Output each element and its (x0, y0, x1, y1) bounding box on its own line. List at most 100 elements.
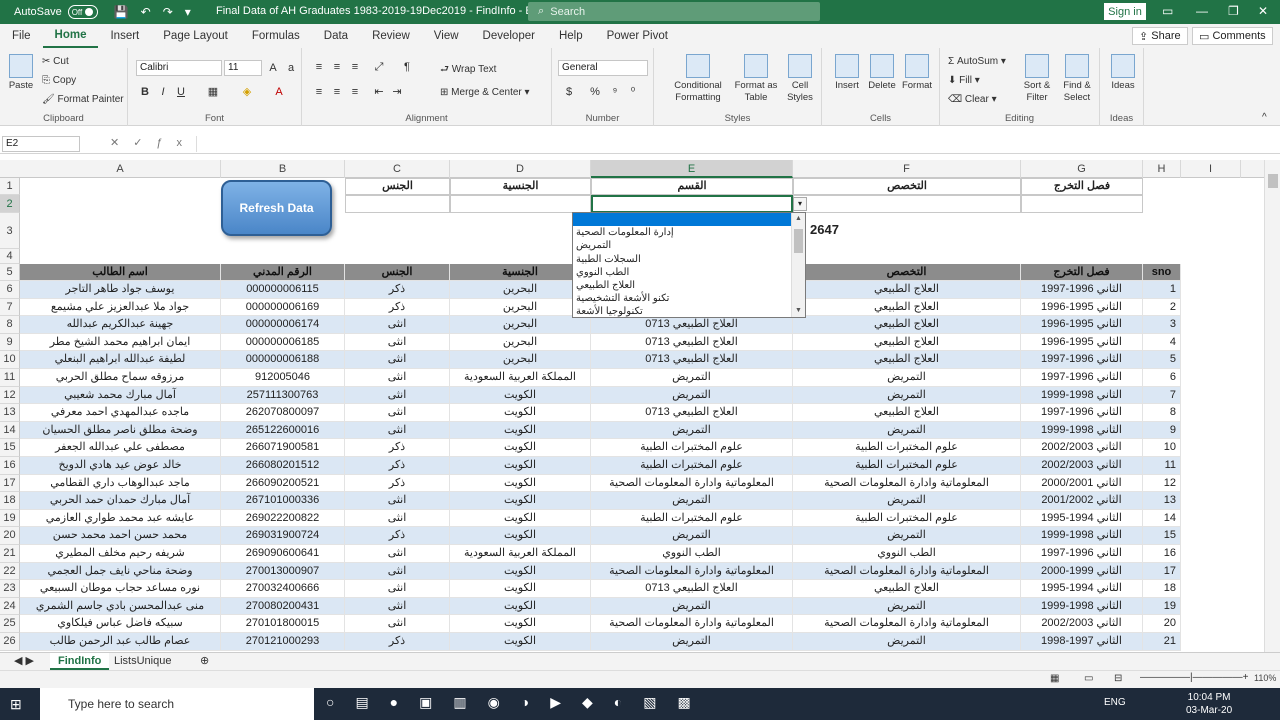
spreadsheet-grid[interactable]: ABCDEFGHI 1 2 3 4 5 6 7 8 9 10 11 12 13 14 15 16 17 18 19 2… (0, 160, 1264, 652)
table-cell-C[interactable]: ذكر (345, 439, 450, 457)
table-cell-C[interactable]: انثى (345, 615, 450, 633)
middle-align-icon[interactable]: ≡ (330, 60, 344, 74)
table-cell-G[interactable]: الثاني 1996-1997 (1021, 281, 1143, 299)
table-cell-D[interactable]: الكويت (450, 580, 591, 598)
table-cell-D[interactable]: الكويت (450, 439, 591, 457)
windows-start-icon[interactable]: ⊞ (10, 696, 22, 713)
table-cell-E[interactable]: علوم المختبرات الطبية (591, 509, 793, 528)
table-cell-A[interactable]: وضحة مناحي نايف جمل العجمي (20, 562, 221, 581)
table-cell-G[interactable]: الثاني 1995-1996 (1021, 298, 1143, 317)
table-cell-A[interactable]: ايمان ابراهيم محمد الشيخ مطر (20, 333, 221, 352)
table-cell-D[interactable]: البحرين (450, 298, 591, 317)
table-cell-C[interactable]: انثى (345, 545, 450, 563)
table-cell-H[interactable]: 6 (1143, 369, 1181, 387)
dropdown-option[interactable]: تكنولوجيا الأشعة (573, 305, 805, 318)
row-header[interactable]: 12 (0, 386, 20, 405)
fill-color-icon[interactable]: ◈ (240, 85, 254, 99)
table-cell-F[interactable]: التمريض (793, 527, 1021, 545)
insert-cells-button[interactable]: Insert (832, 54, 862, 92)
table-cell-E[interactable]: المعلوماتية وادارة المعلومات الصحية (591, 474, 793, 493)
table-cell-F[interactable]: العلاج الطبيعي (793, 316, 1021, 334)
sheet-nav-icon[interactable]: ◀ ▶ (6, 653, 42, 670)
borders-icon[interactable]: ▦ (206, 85, 220, 99)
conditional-formatting-button[interactable]: Conditional Formatting (670, 54, 726, 104)
table-cell-G[interactable]: الثاني 1996-1997 (1021, 404, 1143, 422)
table-cell-G[interactable]: الثاني 1998-1999 (1021, 527, 1143, 545)
table-cell-B[interactable]: 267101000336 (221, 492, 345, 510)
table-cell-B[interactable]: 000000006174 (221, 316, 345, 334)
italic-icon[interactable]: I (156, 85, 170, 99)
table-cell-H[interactable]: 10 (1143, 439, 1181, 457)
table-cell-A[interactable]: وضحة مطلق ناصر مطلق الحسيان (20, 421, 221, 440)
taskbar-search[interactable]: Type here to search (40, 688, 314, 720)
table-cell-C[interactable]: ذكر (345, 527, 450, 545)
dropdown-option[interactable] (573, 213, 805, 227)
dropdown-option[interactable]: تكنو الأشعة التشخيصية (573, 292, 805, 305)
table-cell-C[interactable]: انثى (345, 562, 450, 581)
table-cell-B[interactable]: 270013000907 (221, 562, 345, 581)
table-cell-D[interactable]: الكويت (450, 597, 591, 616)
table-cell-H[interactable]: 11 (1143, 457, 1181, 475)
column-header-B[interactable]: B (221, 160, 345, 178)
underline-icon[interactable]: U (174, 85, 188, 99)
table-cell-H[interactable]: 1 (1143, 281, 1181, 299)
dropdown-option[interactable]: السجلات الطبية (573, 253, 805, 266)
table-cell-H[interactable]: 14 (1143, 509, 1181, 528)
filter-input-C[interactable] (345, 195, 450, 213)
table-cell-G[interactable]: الثاني 1996-1997 (1021, 369, 1143, 387)
top-align-icon[interactable]: ≡ (312, 60, 326, 74)
table-cell-D[interactable]: الكويت (450, 492, 591, 510)
table-cell-H[interactable]: 7 (1143, 386, 1181, 405)
sort-filter-button[interactable]: Sort & Filter (1020, 54, 1054, 104)
table-cell-H[interactable]: 3 (1143, 316, 1181, 334)
table-cell-G[interactable]: الثاني 1998-1999 (1021, 421, 1143, 440)
table-cell-G[interactable]: الثاني 2000/2001 (1021, 474, 1143, 493)
table-cell-B[interactable]: 269022200822 (221, 509, 345, 528)
table-cell-E[interactable]: التمريض (591, 597, 793, 616)
percent-icon[interactable]: % (588, 85, 602, 99)
font-color-icon[interactable]: A (272, 85, 286, 99)
font-size-select[interactable]: 11 (224, 60, 262, 76)
tab-help[interactable]: Help (547, 24, 595, 48)
table-cell-C[interactable]: ذكر (345, 633, 450, 651)
restore-icon[interactable]: ❐ (1228, 4, 1239, 18)
table-cell-G[interactable]: الثاني 2002/2003 (1021, 439, 1143, 457)
zoom-level[interactable]: 110% (1254, 673, 1276, 683)
copy-button[interactable]: ⎘ Copy (42, 75, 76, 86)
table-cell-C[interactable]: انثى (345, 369, 450, 387)
table-cell-E[interactable]: التمريض (591, 633, 793, 651)
column-header-F[interactable]: F (793, 160, 1021, 178)
tab-data[interactable]: Data (312, 24, 360, 48)
table-cell-E[interactable]: الطب النووي (591, 545, 793, 563)
row-header[interactable]: 23 (0, 580, 20, 598)
row-header[interactable]: 7 (0, 298, 20, 317)
table-cell-A[interactable]: آمال مبارك حمدان حمد الحربي (20, 492, 221, 510)
view-page-break-icon[interactable]: ⊟ (1114, 673, 1122, 684)
table-cell-A[interactable]: مصطفى علي عبدالله الجعفر (20, 439, 221, 457)
table-cell-H[interactable]: 16 (1143, 545, 1181, 563)
table-cell-H[interactable]: 17 (1143, 562, 1181, 581)
table-cell-A[interactable]: نوره مساعد حجاب موطان السبيعي (20, 580, 221, 598)
tab-review[interactable]: Review (360, 24, 422, 48)
table-cell-G[interactable]: الثاني 2002/2003 (1021, 457, 1143, 475)
table-cell-D[interactable]: البحرين (450, 316, 591, 334)
table-cell-B[interactable]: 266090200521 (221, 474, 345, 493)
font-name-select[interactable]: Calibri (136, 60, 222, 76)
table-cell-F[interactable]: العلاج الطبيعي (793, 281, 1021, 299)
tab-formulas[interactable]: Formulas (240, 24, 312, 48)
table-cell-F[interactable]: العلاج الطبيعي (793, 298, 1021, 317)
cell-styles-button[interactable]: Cell Styles (782, 54, 818, 104)
table-cell-C[interactable]: ذكر (345, 298, 450, 317)
table-cell-E[interactable]: العلاج الطبيعي 0713 (591, 404, 793, 422)
currency-icon[interactable]: $ (562, 85, 576, 99)
shrink-font-icon[interactable]: a (284, 61, 298, 75)
table-cell-C[interactable]: انثى (345, 492, 450, 510)
table-cell-E[interactable]: العلاج الطبيعي 0713 (591, 316, 793, 334)
sheet-tab-findinfo[interactable]: FindInfo (50, 653, 110, 670)
table-cell-H[interactable]: 20 (1143, 615, 1181, 633)
table-cell-B[interactable]: 257111300763 (221, 386, 345, 405)
row-header[interactable]: 14 (0, 421, 20, 440)
row-header[interactable]: 2 (0, 195, 20, 213)
scroll-thumb[interactable] (794, 229, 803, 253)
column-header-H[interactable]: H (1143, 160, 1181, 178)
